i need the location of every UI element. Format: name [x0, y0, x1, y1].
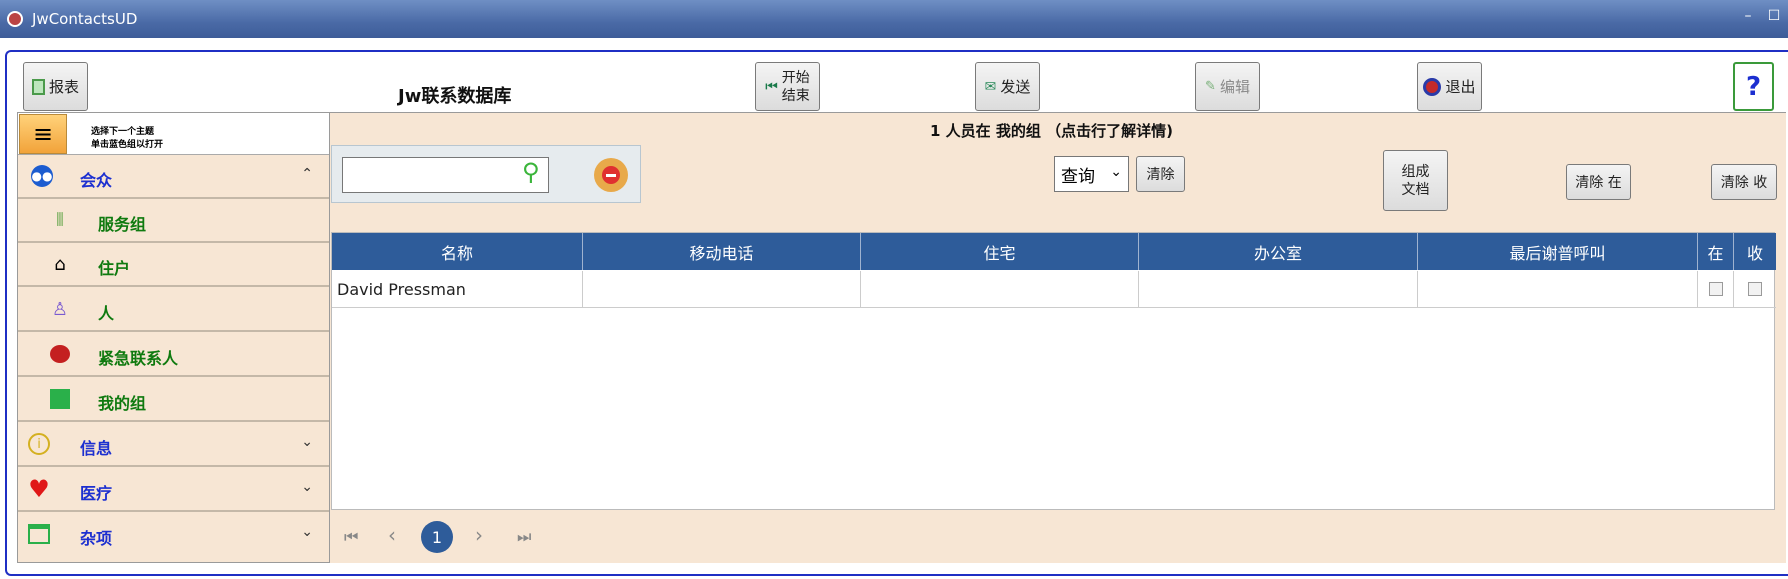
search-input[interactable] [342, 157, 549, 193]
chevron-down-icon: ⌄ [301, 524, 313, 540]
end-label: 结束 [781, 87, 810, 104]
hamburger-menu-icon[interactable]: ≡ [19, 114, 67, 154]
help-icon: ? [1745, 71, 1762, 102]
column-header-in[interactable]: 在 [1698, 233, 1734, 270]
edit-button[interactable]: ✎ 编辑 [1195, 62, 1260, 111]
sidebar-item-label: 会众 [80, 171, 113, 190]
chevron-down-icon: ⌄ [301, 479, 313, 495]
emergency-icon [48, 342, 72, 366]
report-button[interactable]: 报表 [23, 62, 88, 111]
cell-office [1139, 271, 1418, 308]
cell-home [861, 271, 1139, 308]
column-header-mobile[interactable]: 移动电话 [583, 233, 861, 270]
service-group-icon: ⦀ [56, 209, 64, 231]
status-text: 1 人员在 我的组 （点击行了解详情) [930, 122, 1173, 140]
search-panel: ⚲ [331, 145, 641, 203]
report-icon [31, 78, 45, 95]
heart-icon: ♥ [28, 475, 50, 503]
pager: ⏮ ‹ 1 › ⏭ [331, 510, 1786, 563]
sidebar-header: ≡ 选择下一个主题 单击蓝色组以打开 [18, 113, 329, 155]
next-page-button[interactable]: › [475, 523, 483, 547]
sidebar-item-label: 信息 [80, 439, 113, 458]
sidebar-item-my-group[interactable]: 我的组 [18, 378, 329, 422]
compose-document-button[interactable]: 组成 文档 [1383, 150, 1448, 211]
query-select-value: 查询 [1061, 166, 1095, 187]
clear-received-button[interactable]: 清除 收 [1711, 164, 1777, 200]
column-header-home[interactable]: 住宅 [861, 233, 1139, 270]
in-checkbox[interactable] [1708, 282, 1723, 296]
sidebar-item-label: 杂项 [80, 529, 113, 548]
current-page-button[interactable]: 1 [421, 521, 453, 553]
column-header-received[interactable]: 收 [1734, 233, 1776, 270]
edit-label: 编辑 [1219, 78, 1250, 96]
sidebar-item-household[interactable]: ⌂ 住户 [18, 243, 329, 287]
first-page-button[interactable]: ⏮ [344, 527, 358, 547]
sidebar-item-service-group[interactable]: ⦀ 服务组 [18, 199, 329, 243]
cell-in [1698, 271, 1734, 308]
sidebar-item-label: 住户 [98, 259, 131, 278]
skip-start-icon: ⏮ [765, 78, 778, 95]
congregation-icon: ●● [30, 164, 54, 188]
sidebar-item-info[interactable]: i 信息 ⌄ [18, 423, 329, 467]
column-header-office[interactable]: 办公室 [1139, 233, 1418, 270]
clear-in-button[interactable]: 清除 在 [1566, 164, 1631, 200]
minus-icon [602, 166, 620, 184]
start-label: 开始 [781, 69, 810, 86]
column-header-last-call[interactable]: 最后谢普呼叫 [1418, 233, 1698, 270]
received-checkbox[interactable] [1748, 282, 1762, 296]
sidebar-item-label: 医疗 [80, 484, 113, 503]
calendar-icon [27, 522, 51, 546]
cell-name: David Pressman [332, 271, 583, 308]
cell-mobile [583, 271, 861, 308]
prev-page-button[interactable]: ‹ [388, 523, 396, 547]
send-button[interactable]: ✉ 发送 [975, 62, 1040, 111]
sidebar-item-label: 我的组 [98, 394, 147, 413]
clear-button[interactable]: 清除 [1136, 156, 1185, 192]
exit-button[interactable]: 退出 [1417, 62, 1482, 111]
sidebar-hint-2: 单击蓝色组以打开 [91, 140, 164, 150]
household-icon: ⌂ [54, 253, 66, 275]
minimize-button[interactable]: – [1741, 8, 1755, 24]
sidebar-item-emergency-contact[interactable]: 紧急联系人 [18, 333, 329, 377]
clear-search-button[interactable] [594, 158, 628, 192]
app-icon [7, 11, 23, 27]
sidebar-item-misc[interactable]: 杂项 ⌄ [18, 513, 329, 557]
my-group-icon [48, 387, 72, 411]
sidebar-item-label: 紧急联系人 [98, 349, 179, 368]
sidebar-item-label: 服务组 [98, 215, 147, 234]
sidebar-item-person[interactable]: ♙ 人 [18, 288, 329, 332]
sidebar-item-medical[interactable]: ♥ 医疗 ⌄ [18, 468, 329, 512]
info-icon: i [27, 432, 51, 456]
chevron-down-icon: ⌄ [301, 434, 313, 450]
send-icon: ✉ [984, 78, 997, 95]
start-end-button[interactable]: ⏮ 开始 结束 [755, 62, 820, 111]
last-page-button[interactable]: ⏭ [517, 527, 531, 547]
sidebar-hint-1: 选择下一个主题 [91, 127, 155, 137]
help-button[interactable]: ? [1733, 62, 1774, 111]
title-bar: JwContactsUD – ☐ [0, 0, 1788, 38]
maximize-button[interactable]: ☐ [1767, 8, 1781, 24]
pencil-icon: ✎ [1205, 79, 1216, 94]
chevron-up-icon: ⌃ [301, 166, 313, 182]
exit-label: 退出 [1445, 78, 1476, 96]
compose-label-2: 文档 [1401, 181, 1430, 198]
sidebar-item-label: 人 [98, 304, 115, 323]
query-select[interactable]: 查询 ⌄ [1054, 156, 1129, 192]
cell-last-call [1418, 271, 1698, 308]
chevron-down-icon: ⌄ [1110, 164, 1122, 180]
sidebar: ≡ 选择下一个主题 单击蓝色组以打开 ●● 会众 ⌃ ⦀ 服务组 ⌂ 住户 ♙ … [17, 112, 330, 563]
search-icon[interactable]: ⚲ [522, 158, 540, 186]
send-label: 发送 [1000, 78, 1031, 96]
cell-received [1734, 271, 1776, 308]
exit-icon [1423, 77, 1442, 96]
sidebar-item-congregation[interactable]: ●● 会众 ⌃ [18, 155, 329, 199]
page-title: Jw联系数据库 [398, 86, 512, 107]
window-title: JwContactsUD [32, 10, 138, 28]
contacts-table: 名称 移动电话 住宅 办公室 最后谢普呼叫 在 收 David Pressman [331, 232, 1776, 510]
person-icon: ♙ [51, 298, 69, 320]
column-header-name[interactable]: 名称 [332, 233, 583, 270]
compose-label-1: 组成 [1401, 163, 1430, 180]
report-label: 报表 [48, 78, 79, 96]
